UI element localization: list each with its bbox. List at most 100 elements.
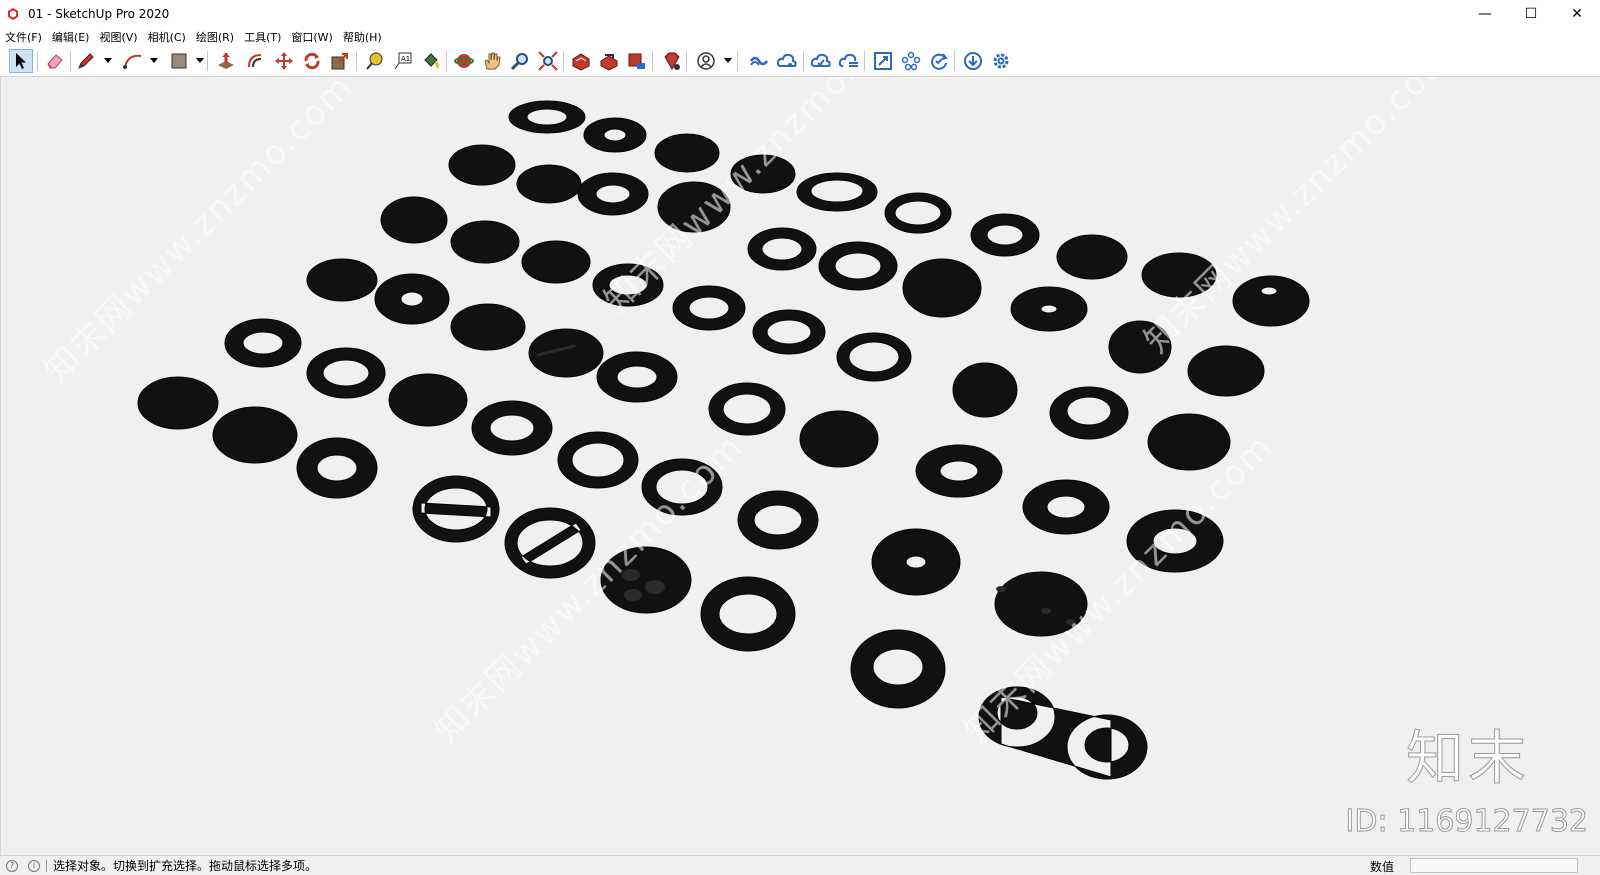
measurements-input[interactable] — [1410, 858, 1578, 873]
rotate-icon — [304, 52, 320, 70]
account-tool-button[interactable] — [694, 49, 718, 73]
extension-warehouse-tool-button[interactable] — [625, 49, 649, 73]
scale-tool-button[interactable] — [328, 49, 352, 73]
menu-tools[interactable]: 工具(T) — [239, 29, 286, 45]
info-icon[interactable]: i — [28, 859, 40, 872]
zoom-extents-icon — [538, 51, 558, 71]
text-tool-button[interactable]: A1 — [391, 49, 415, 73]
part-disc-holes — [871, 528, 961, 596]
part-eared-ring — [596, 351, 678, 403]
arc-tool-button[interactable] — [121, 49, 145, 73]
pan-tool-button[interactable] — [480, 49, 504, 73]
close-button[interactable]: ✕ — [1554, 0, 1600, 28]
part-lugged-plate — [1187, 345, 1265, 397]
part-disc-hole — [1232, 275, 1310, 327]
warehouse-tool-button[interactable] — [569, 49, 593, 73]
maximize-button[interactable]: ☐ — [1508, 0, 1554, 28]
menu-bar: 文件(F) 编辑(E) 视图(V) 相机(C) 绘图(R) 工具(T) 窗口(W… — [0, 28, 1600, 46]
fit-view-icon — [874, 52, 892, 70]
offset-tool-button[interactable] — [243, 49, 267, 73]
refresh-check-icon — [931, 53, 948, 70]
cloud-share-tool-button[interactable] — [775, 49, 799, 73]
user-account-icon — [697, 52, 715, 70]
zoom-extents-tool-button[interactable] — [536, 49, 560, 73]
push-pull-tool-button[interactable] — [214, 49, 238, 73]
paint-bucket-icon — [424, 53, 440, 69]
main-toolbar: A1 — [0, 46, 1600, 77]
menu-view[interactable]: 视图(V) — [94, 29, 142, 45]
menu-file[interactable]: 文件(F) — [0, 29, 47, 45]
menu-draw[interactable]: 绘图(R) — [191, 29, 239, 45]
part-disc — [212, 406, 298, 464]
orbit-tool-button[interactable] — [452, 49, 476, 73]
menu-help[interactable]: 帮助(H) — [338, 29, 387, 45]
part-disc — [380, 196, 448, 244]
model-viewport[interactable]: 知末网www.znzmo.com 知末网www.znzmo.com 知末网www… — [0, 77, 1600, 855]
part-thin-ring — [884, 192, 952, 234]
cloud-sync-tool-button[interactable] — [809, 49, 833, 73]
ruby-tool-button[interactable] — [659, 49, 683, 73]
fit-view-tool-button[interactable] — [871, 49, 895, 73]
geo-location-icon[interactable]: ? — [6, 859, 18, 872]
select-tool-button[interactable] — [9, 49, 33, 73]
minimize-button[interactable]: — — [1462, 0, 1508, 28]
part-thin-ring — [672, 285, 746, 331]
part-lugged-ring — [374, 273, 450, 325]
share-model-icon — [600, 54, 618, 71]
cloud-sync-icon — [810, 53, 831, 67]
window-title: 01 - SketchUp Pro 2020 — [28, 7, 170, 21]
move-tool-button[interactable] — [272, 49, 296, 73]
paint-bucket-tool-button[interactable] — [419, 49, 443, 73]
part-c-ring — [752, 309, 826, 355]
menu-window[interactable]: 窗口(W) — [286, 29, 337, 45]
part-thin-ring — [796, 172, 878, 212]
download-icon — [964, 52, 982, 70]
rectangle-icon — [171, 53, 187, 69]
svg-text:A1: A1 — [401, 55, 410, 63]
trimble-connect-tool-button[interactable] — [747, 49, 771, 73]
part-lugged-ring — [306, 258, 378, 302]
orbit-icon — [454, 54, 474, 68]
status-bar: ? i 选择对象。切换到扩充选择。拖动鼠标选择多项。 数值 — [0, 855, 1600, 875]
cloud-layers-icon — [838, 53, 858, 67]
cluster-tool-button[interactable] — [899, 49, 923, 73]
rotate-tool-button[interactable] — [300, 49, 324, 73]
ruby-gem-icon — [664, 52, 680, 70]
part-gear-ring — [577, 172, 649, 216]
hand-icon — [484, 52, 501, 70]
share-model-tool-button[interactable] — [597, 49, 621, 73]
eraser-tool-button[interactable] — [43, 49, 67, 73]
line-tool-button[interactable] — [74, 49, 98, 73]
part-disc — [450, 220, 520, 264]
shape-tool-button[interactable] — [167, 49, 191, 73]
3d-warehouse-icon — [572, 53, 590, 71]
part-notched-disc — [1056, 234, 1128, 280]
menu-edit[interactable]: 编辑(E) — [47, 29, 95, 45]
arrow-cursor-icon — [16, 53, 26, 69]
watermark-id: ID: 1169127732 — [1345, 804, 1588, 840]
check-tool-button[interactable] — [927, 49, 951, 73]
part-disc-holes — [388, 373, 468, 427]
arc-icon — [123, 54, 142, 69]
settings-tool-button[interactable] — [989, 49, 1013, 73]
part-gear-disc — [902, 258, 982, 318]
text-a1-icon: A1 — [394, 52, 412, 70]
download-tool-button[interactable] — [961, 49, 985, 73]
tape-measure-tool-button[interactable] — [363, 49, 387, 73]
tape-measure-icon — [366, 52, 383, 70]
part-gear-ring — [970, 213, 1040, 257]
part-disc — [516, 164, 582, 204]
menu-camera[interactable]: 相机(C) — [143, 29, 191, 45]
part-flange-ring — [508, 100, 586, 134]
magnifier-icon — [510, 53, 528, 71]
gear-icon — [993, 53, 1009, 69]
cloud-layers-tool-button[interactable] — [837, 49, 861, 73]
pencil-icon — [78, 53, 94, 69]
part-serrated-ring — [747, 227, 817, 271]
sketchup-app-icon — [8, 8, 18, 20]
part-oblong-plate — [952, 362, 1018, 418]
zoom-tool-button[interactable] — [508, 49, 532, 73]
part-thin-ring — [471, 400, 553, 456]
move-arrows-icon — [275, 52, 293, 70]
eraser-icon — [47, 54, 63, 69]
